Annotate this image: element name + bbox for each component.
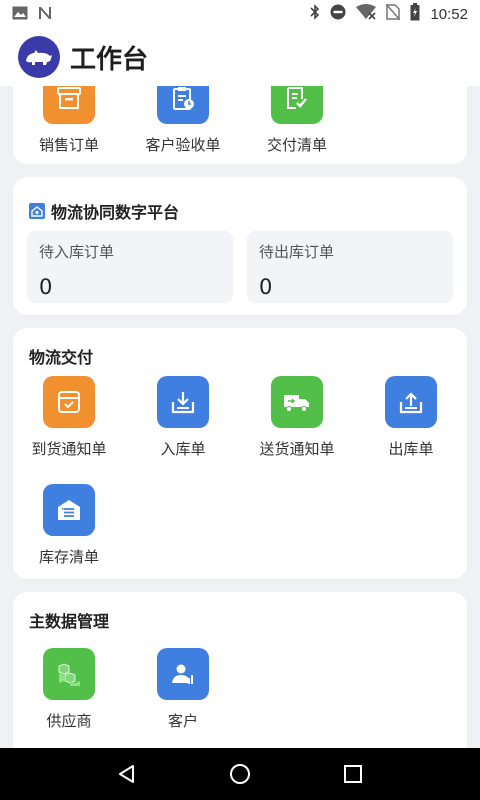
tile-label: 供应商 [46, 712, 92, 730]
card-title-row: 物流协同数字平台 [29, 199, 179, 223]
grid-item-customer[interactable]: 客户 [127, 648, 239, 731]
tile-label: 到货通知单 [31, 440, 107, 458]
stat-label: 待入库订单 [39, 243, 115, 261]
no-sim-icon [385, 3, 402, 24]
stat-value: 0 [39, 275, 53, 299]
archive-box-icon [43, 86, 95, 124]
tile-label: 销售订单 [38, 136, 99, 154]
grid-item-outbound-order[interactable]: 出库单 [355, 376, 467, 459]
grid-item-customer-acceptance[interactable]: 客户验收单 [127, 86, 239, 155]
grid-item-sales-order[interactable]: 销售订单 [13, 86, 125, 155]
wifi-icon [356, 4, 377, 24]
platform-home-icon [29, 203, 45, 219]
master-data-card: 主数据管理 供应商 客户 [13, 592, 467, 748]
clipboard-icon [157, 86, 209, 124]
stat-value: 0 [259, 275, 273, 299]
recents-icon[interactable] [333, 754, 373, 794]
grid-item-supplier[interactable]: 供应商 [13, 648, 125, 731]
home-icon[interactable] [220, 754, 260, 794]
grid-item-inventory-list[interactable]: 库存清单 [13, 484, 125, 567]
tile-label: 入库单 [160, 440, 206, 458]
logistics-delivery-card: 物流交付 到货通知单 入库单 送货通知单 出库单 库存清单 [13, 328, 467, 579]
battery-icon [410, 3, 420, 25]
stat-pending-outbound[interactable]: 待出库订单 0 [247, 231, 453, 303]
app-header: 工作台 [0, 28, 480, 86]
stat-pending-inbound[interactable]: 待入库订单 0 [27, 231, 233, 303]
grid-item-arrival-notice[interactable]: 到货通知单 [13, 376, 125, 459]
tile-label: 客户 [167, 712, 198, 730]
card-title: 物流协同数字平台 [51, 203, 180, 222]
status-bar: 10:52 [0, 0, 480, 28]
rhino-logo-icon [18, 36, 60, 78]
grid-item-delivery-list[interactable]: 交付清单 [241, 86, 353, 155]
outbound-icon [385, 376, 437, 428]
logistics-platform-card: 物流协同数字平台 待入库订单 0 待出库订单 0 [13, 177, 467, 315]
inbound-icon [157, 376, 209, 428]
card-title: 物流交付 [29, 348, 94, 367]
system-nav-bar [0, 748, 480, 800]
n-icon [38, 5, 52, 24]
workbench-content[interactable]: 销售订单 客户验收单 交付清单 物流协同数字平台 待入库订单 0 待出库订单 0… [0, 86, 480, 748]
page-title: 工作台 [70, 44, 149, 75]
grid-item-delivery-notice[interactable]: 送货通知单 [241, 376, 353, 459]
tile-label: 送货通知单 [259, 440, 335, 458]
bluetooth-icon [310, 4, 320, 24]
do-not-disturb-icon [330, 4, 346, 24]
warehouse-icon [43, 484, 95, 536]
sales-card: 销售订单 客户验收单 交付清单 [13, 86, 467, 164]
card-title: 主数据管理 [29, 612, 110, 631]
truck-icon [271, 376, 323, 428]
stat-label: 待出库订单 [259, 243, 335, 261]
tile-label: 出库单 [388, 440, 434, 458]
boxes-icon [43, 648, 95, 700]
checklist-icon [271, 86, 323, 124]
back-icon[interactable] [107, 754, 147, 794]
status-time: 10:52 [430, 5, 468, 23]
grid-item-inbound-order[interactable]: 入库单 [127, 376, 239, 459]
tile-label: 库存清单 [38, 548, 99, 566]
tile-label: 客户验收单 [145, 136, 221, 154]
image-icon [12, 5, 28, 24]
inbox-check-icon [43, 376, 95, 428]
tile-label: 交付清单 [266, 136, 327, 154]
customer-icon [157, 648, 209, 700]
